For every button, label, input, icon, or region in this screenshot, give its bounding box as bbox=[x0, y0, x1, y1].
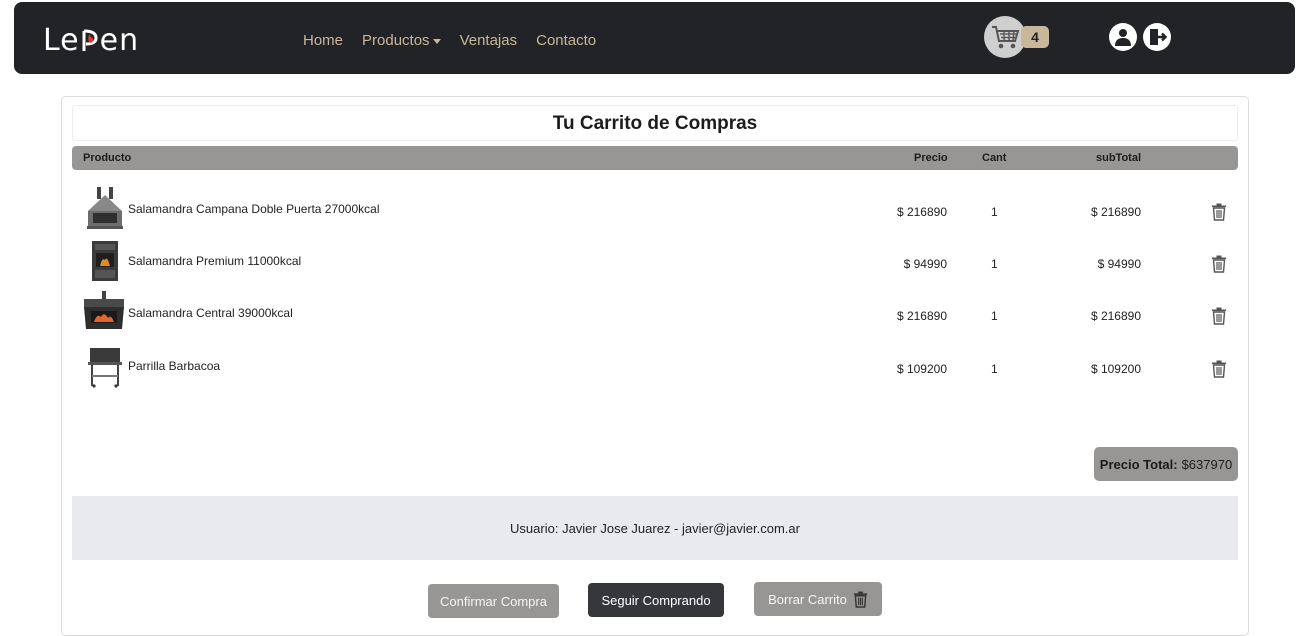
nav-home[interactable]: Home bbox=[303, 32, 343, 49]
product-subtotal: $ 94990 bbox=[1097, 257, 1141, 271]
cart-icon bbox=[984, 16, 1026, 58]
logout-icon[interactable] bbox=[1143, 23, 1171, 51]
table-row: Parrilla Barbacoa $ 109200 1 $ 109200 bbox=[72, 341, 1238, 391]
table-row: Salamandra Premium 11000kcal $ 94990 1 $… bbox=[72, 236, 1238, 286]
cart-button[interactable]: 4 bbox=[984, 16, 1054, 60]
product-subtotal: $ 109200 bbox=[1090, 362, 1141, 376]
cart-card: Tu Carrito de Compras Producto Precio Ca… bbox=[61, 96, 1249, 636]
product-subtotal: $ 216890 bbox=[1090, 309, 1141, 323]
nav-productos[interactable]: Productos bbox=[362, 32, 441, 49]
product-qty: 1 bbox=[991, 362, 998, 376]
product-price: $ 94990 bbox=[903, 257, 947, 271]
clear-cart-label: Borrar Carrito bbox=[768, 591, 847, 607]
grill-icon bbox=[84, 344, 126, 388]
user-info: Usuario: Javier Jose Juarez - javier@jav… bbox=[72, 496, 1238, 560]
product-subtotal: $ 216890 bbox=[1090, 205, 1141, 219]
table-row: Salamandra Campana Doble Puerta 27000kca… bbox=[72, 184, 1238, 234]
nav-ventajas[interactable]: Ventajas bbox=[460, 32, 518, 49]
product-qty: 1 bbox=[991, 205, 998, 219]
trash-icon[interactable] bbox=[1211, 360, 1227, 378]
flame-icon bbox=[81, 27, 99, 53]
caret-down-icon bbox=[432, 38, 441, 44]
confirm-purchase-button[interactable]: Confirmar Compra bbox=[428, 584, 559, 618]
table-row: Salamandra Central 39000kcal $ 216890 1 … bbox=[72, 288, 1238, 338]
stove-premium-icon bbox=[84, 239, 126, 283]
trash-icon[interactable] bbox=[1211, 307, 1227, 325]
navbar: Le en Home Productos Ventajas Contacto 4 bbox=[14, 2, 1295, 74]
trash-icon[interactable] bbox=[1211, 255, 1227, 273]
product-name: Parrilla Barbacoa bbox=[128, 359, 221, 373]
total-value: $637970 bbox=[1181, 456, 1233, 472]
trash-icon[interactable] bbox=[1211, 203, 1227, 221]
product-price: $ 216890 bbox=[896, 309, 947, 323]
product-price: $ 216890 bbox=[896, 205, 947, 219]
table-header: Producto Precio Cant subTotal bbox=[72, 146, 1238, 170]
trash-icon bbox=[853, 591, 868, 608]
stove-campana-icon bbox=[84, 187, 126, 231]
page-title: Tu Carrito de Compras bbox=[72, 105, 1238, 141]
col-subtotal: subTotal bbox=[1096, 152, 1142, 164]
col-qty: Cant bbox=[982, 152, 1007, 164]
product-qty: 1 bbox=[991, 257, 998, 271]
product-name: Salamandra Premium 11000kcal bbox=[128, 254, 302, 268]
stove-central-icon bbox=[82, 291, 128, 335]
col-price: Precio bbox=[914, 152, 948, 164]
main-nav: Home Productos Ventajas Contacto bbox=[303, 32, 615, 49]
clear-cart-button[interactable]: Borrar Carrito bbox=[754, 582, 882, 616]
product-name: Salamandra Central 39000kcal bbox=[128, 306, 293, 320]
continue-shopping-button[interactable]: Seguir Comprando bbox=[588, 583, 724, 617]
user-icon[interactable] bbox=[1109, 23, 1137, 51]
col-product: Producto bbox=[83, 152, 132, 164]
total-label: Precio Total: bbox=[1099, 456, 1178, 472]
nav-productos-label: Productos bbox=[362, 32, 430, 49]
product-price: $ 109200 bbox=[896, 362, 947, 376]
cart-count-badge: 4 bbox=[1021, 26, 1049, 48]
product-qty: 1 bbox=[991, 309, 998, 323]
nav-contacto[interactable]: Contacto bbox=[536, 32, 596, 49]
product-name: Salamandra Campana Doble Puerta 27000kca… bbox=[128, 202, 380, 216]
brand-logo[interactable]: Le en bbox=[43, 19, 153, 61]
total-price-badge: Precio Total: $637970 bbox=[1094, 447, 1238, 481]
